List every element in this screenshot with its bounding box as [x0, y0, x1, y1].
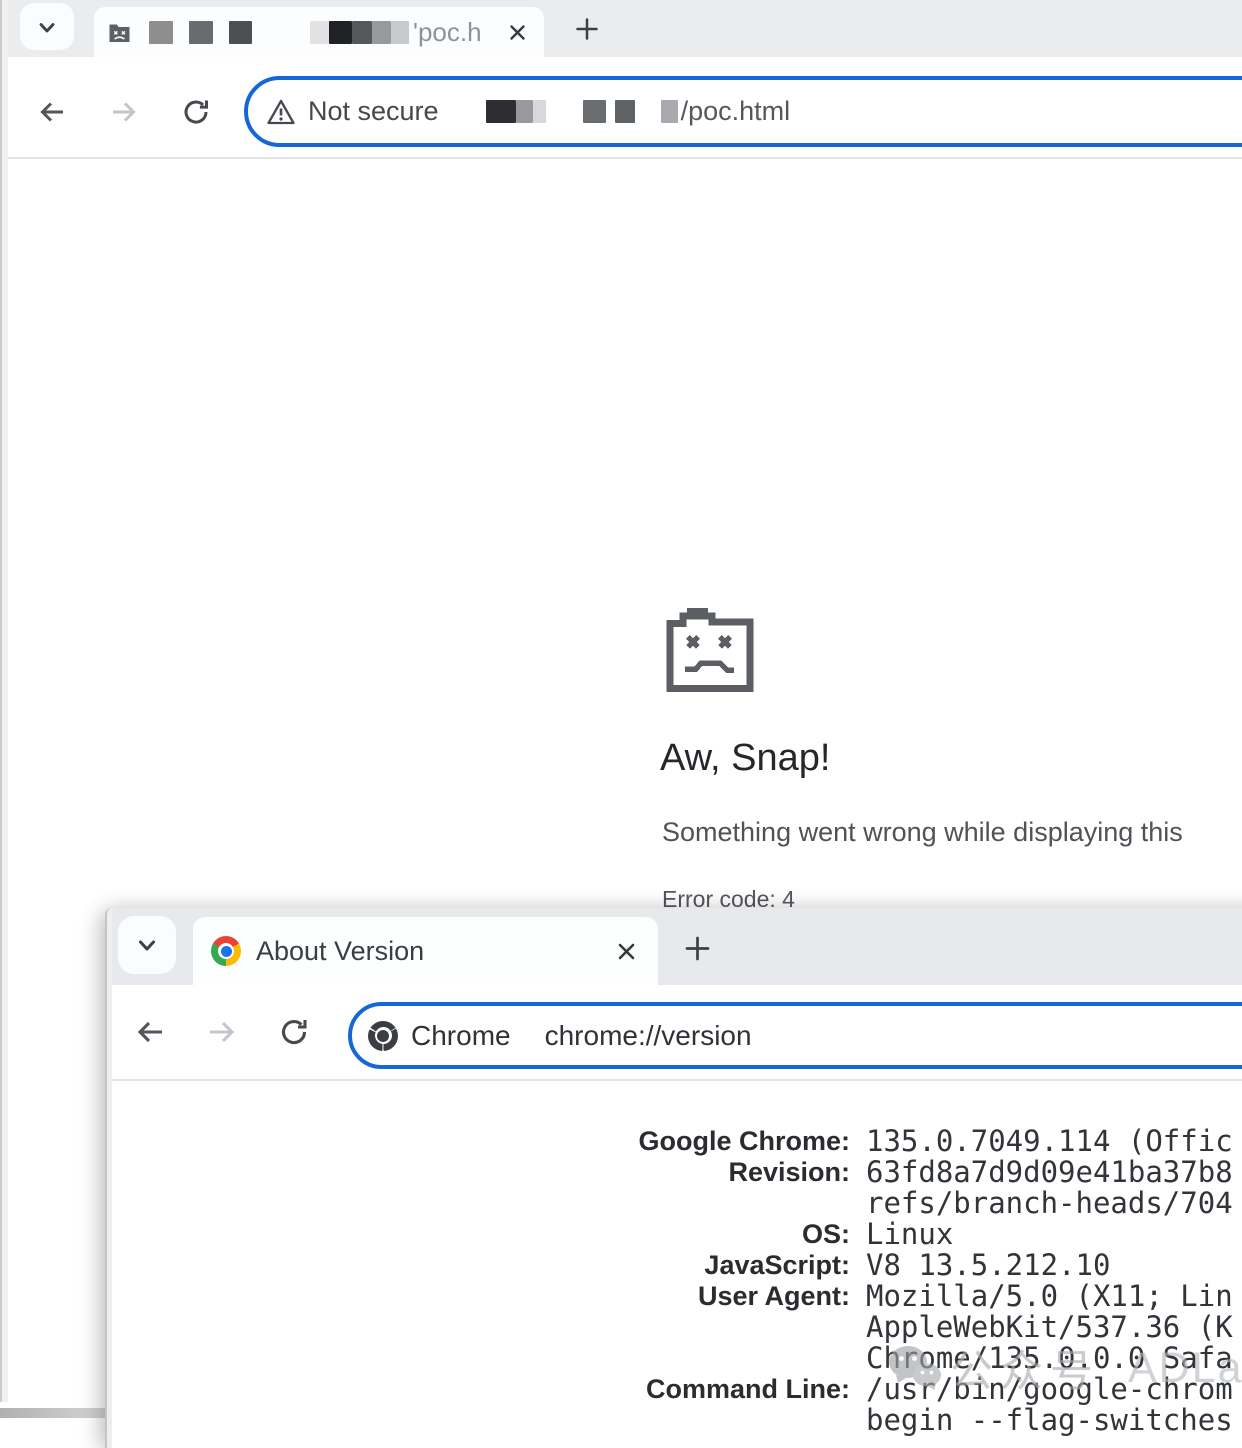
version-row: JavaScript: V8 13.5.212.10	[112, 1250, 1242, 1281]
version-row: Google Chrome: 135.0.7049.114 (Offic	[112, 1126, 1242, 1157]
version-row-label: Command Line:	[112, 1374, 850, 1405]
version-row: Revision: 63fd8a7d9d09e41ba37b8refs/branc…	[112, 1157, 1242, 1219]
version-row-value: 135.0.7049.114 (Offic	[866, 1126, 1233, 1157]
redacted-url-block	[583, 100, 635, 123]
browser-window-bottom: About Version	[105, 908, 1242, 1448]
version-row-label: Google Chrome:	[112, 1126, 850, 1157]
tab-strip: 'poc.h	[0, 0, 1242, 57]
version-row-value: V8 13.5.212.10	[866, 1250, 1110, 1281]
redacted-text-block	[229, 21, 252, 44]
reload-icon	[277, 1015, 311, 1049]
error-title: Aw, Snap!	[660, 737, 830, 780]
tab-title: 'poc.h	[413, 17, 482, 48]
back-icon	[36, 96, 68, 128]
reload-button[interactable]	[178, 94, 214, 130]
redacted-text-block	[189, 21, 213, 44]
address-bar[interactable]: Chrome chrome://version	[348, 1002, 1242, 1069]
redacted-text-block	[310, 21, 409, 44]
version-row-value: Linux	[866, 1219, 953, 1250]
version-page: Google Chrome:135.0.7049.114 (OfficRevis…	[112, 1081, 1242, 1448]
new-tab-button[interactable]	[677, 930, 717, 966]
new-tab-button[interactable]	[570, 13, 604, 45]
version-row-value: /usr/bin/google-chrombegin --flag-switch…	[866, 1374, 1233, 1436]
version-row-value: Mozilla/5.0 (X11; LinAppleWebKit/537.36 …	[866, 1281, 1233, 1374]
tab-search-button[interactable]	[118, 916, 176, 974]
crash-icon	[662, 608, 759, 692]
version-row-label: OS:	[112, 1219, 850, 1250]
plus-icon	[573, 15, 601, 43]
back-button[interactable]	[34, 94, 70, 130]
error-message: Something went wrong while displaying th…	[662, 817, 1183, 848]
window-frame-edge	[0, 0, 8, 1402]
forward-button[interactable]	[106, 94, 142, 130]
redacted-url-block	[661, 100, 678, 123]
version-row: OS: Linux	[112, 1219, 1242, 1250]
close-tab-icon[interactable]	[615, 940, 638, 963]
url-text: /poc.html	[681, 96, 791, 127]
tab-search-button[interactable]	[20, 3, 74, 50]
browser-toolbar: Chrome chrome://version	[105, 985, 1242, 1079]
address-bar[interactable]: Not secure /poc.html	[244, 76, 1242, 147]
forward-icon	[205, 1015, 239, 1049]
version-row: Command Line: /usr/bin/google-chrombegin …	[112, 1374, 1242, 1436]
forward-button[interactable]	[204, 1014, 240, 1050]
plus-icon	[682, 933, 713, 964]
chevron-down-icon	[134, 932, 160, 958]
chrome-logo-mono-icon	[368, 1021, 398, 1051]
tab-strip: About Version	[105, 908, 1242, 985]
desktop-background	[0, 1408, 110, 1418]
security-chip-label[interactable]: Not secure	[308, 96, 439, 127]
crash-favicon-icon	[108, 22, 131, 43]
version-info-table: Google Chrome:135.0.7049.114 (OfficRevis…	[112, 1126, 1242, 1436]
version-row-label: Revision:	[112, 1157, 850, 1188]
reload-icon	[180, 96, 212, 128]
reload-button[interactable]	[276, 1014, 312, 1050]
version-row-label: JavaScript:	[112, 1250, 850, 1281]
forward-icon	[108, 96, 140, 128]
back-icon	[133, 1015, 167, 1049]
version-row: User Agent: Mozilla/5.0 (X11; LinAppleWeb…	[112, 1281, 1242, 1374]
tab-title: About Version	[256, 936, 424, 967]
redacted-url-block	[486, 100, 546, 123]
site-chip-label: Chrome	[411, 1020, 511, 1052]
browser-toolbar: Not secure /poc.html	[0, 57, 1242, 157]
tab-about-version[interactable]: About Version	[193, 917, 658, 985]
back-button[interactable]	[132, 1014, 168, 1050]
not-secure-icon	[266, 97, 296, 127]
chevron-down-icon	[35, 15, 59, 39]
chrome-logo-icon	[211, 936, 241, 966]
window-frame-edge	[105, 908, 112, 1448]
url-text: chrome://version	[545, 1020, 752, 1052]
version-row-label: User Agent:	[112, 1281, 850, 1312]
close-tab-icon[interactable]	[507, 22, 528, 43]
tab-poc-html[interactable]: 'poc.h	[94, 7, 544, 57]
redacted-text-block	[149, 21, 173, 44]
version-row-value: 63fd8a7d9d09e41ba37b8refs/branch-heads/7…	[866, 1157, 1233, 1219]
